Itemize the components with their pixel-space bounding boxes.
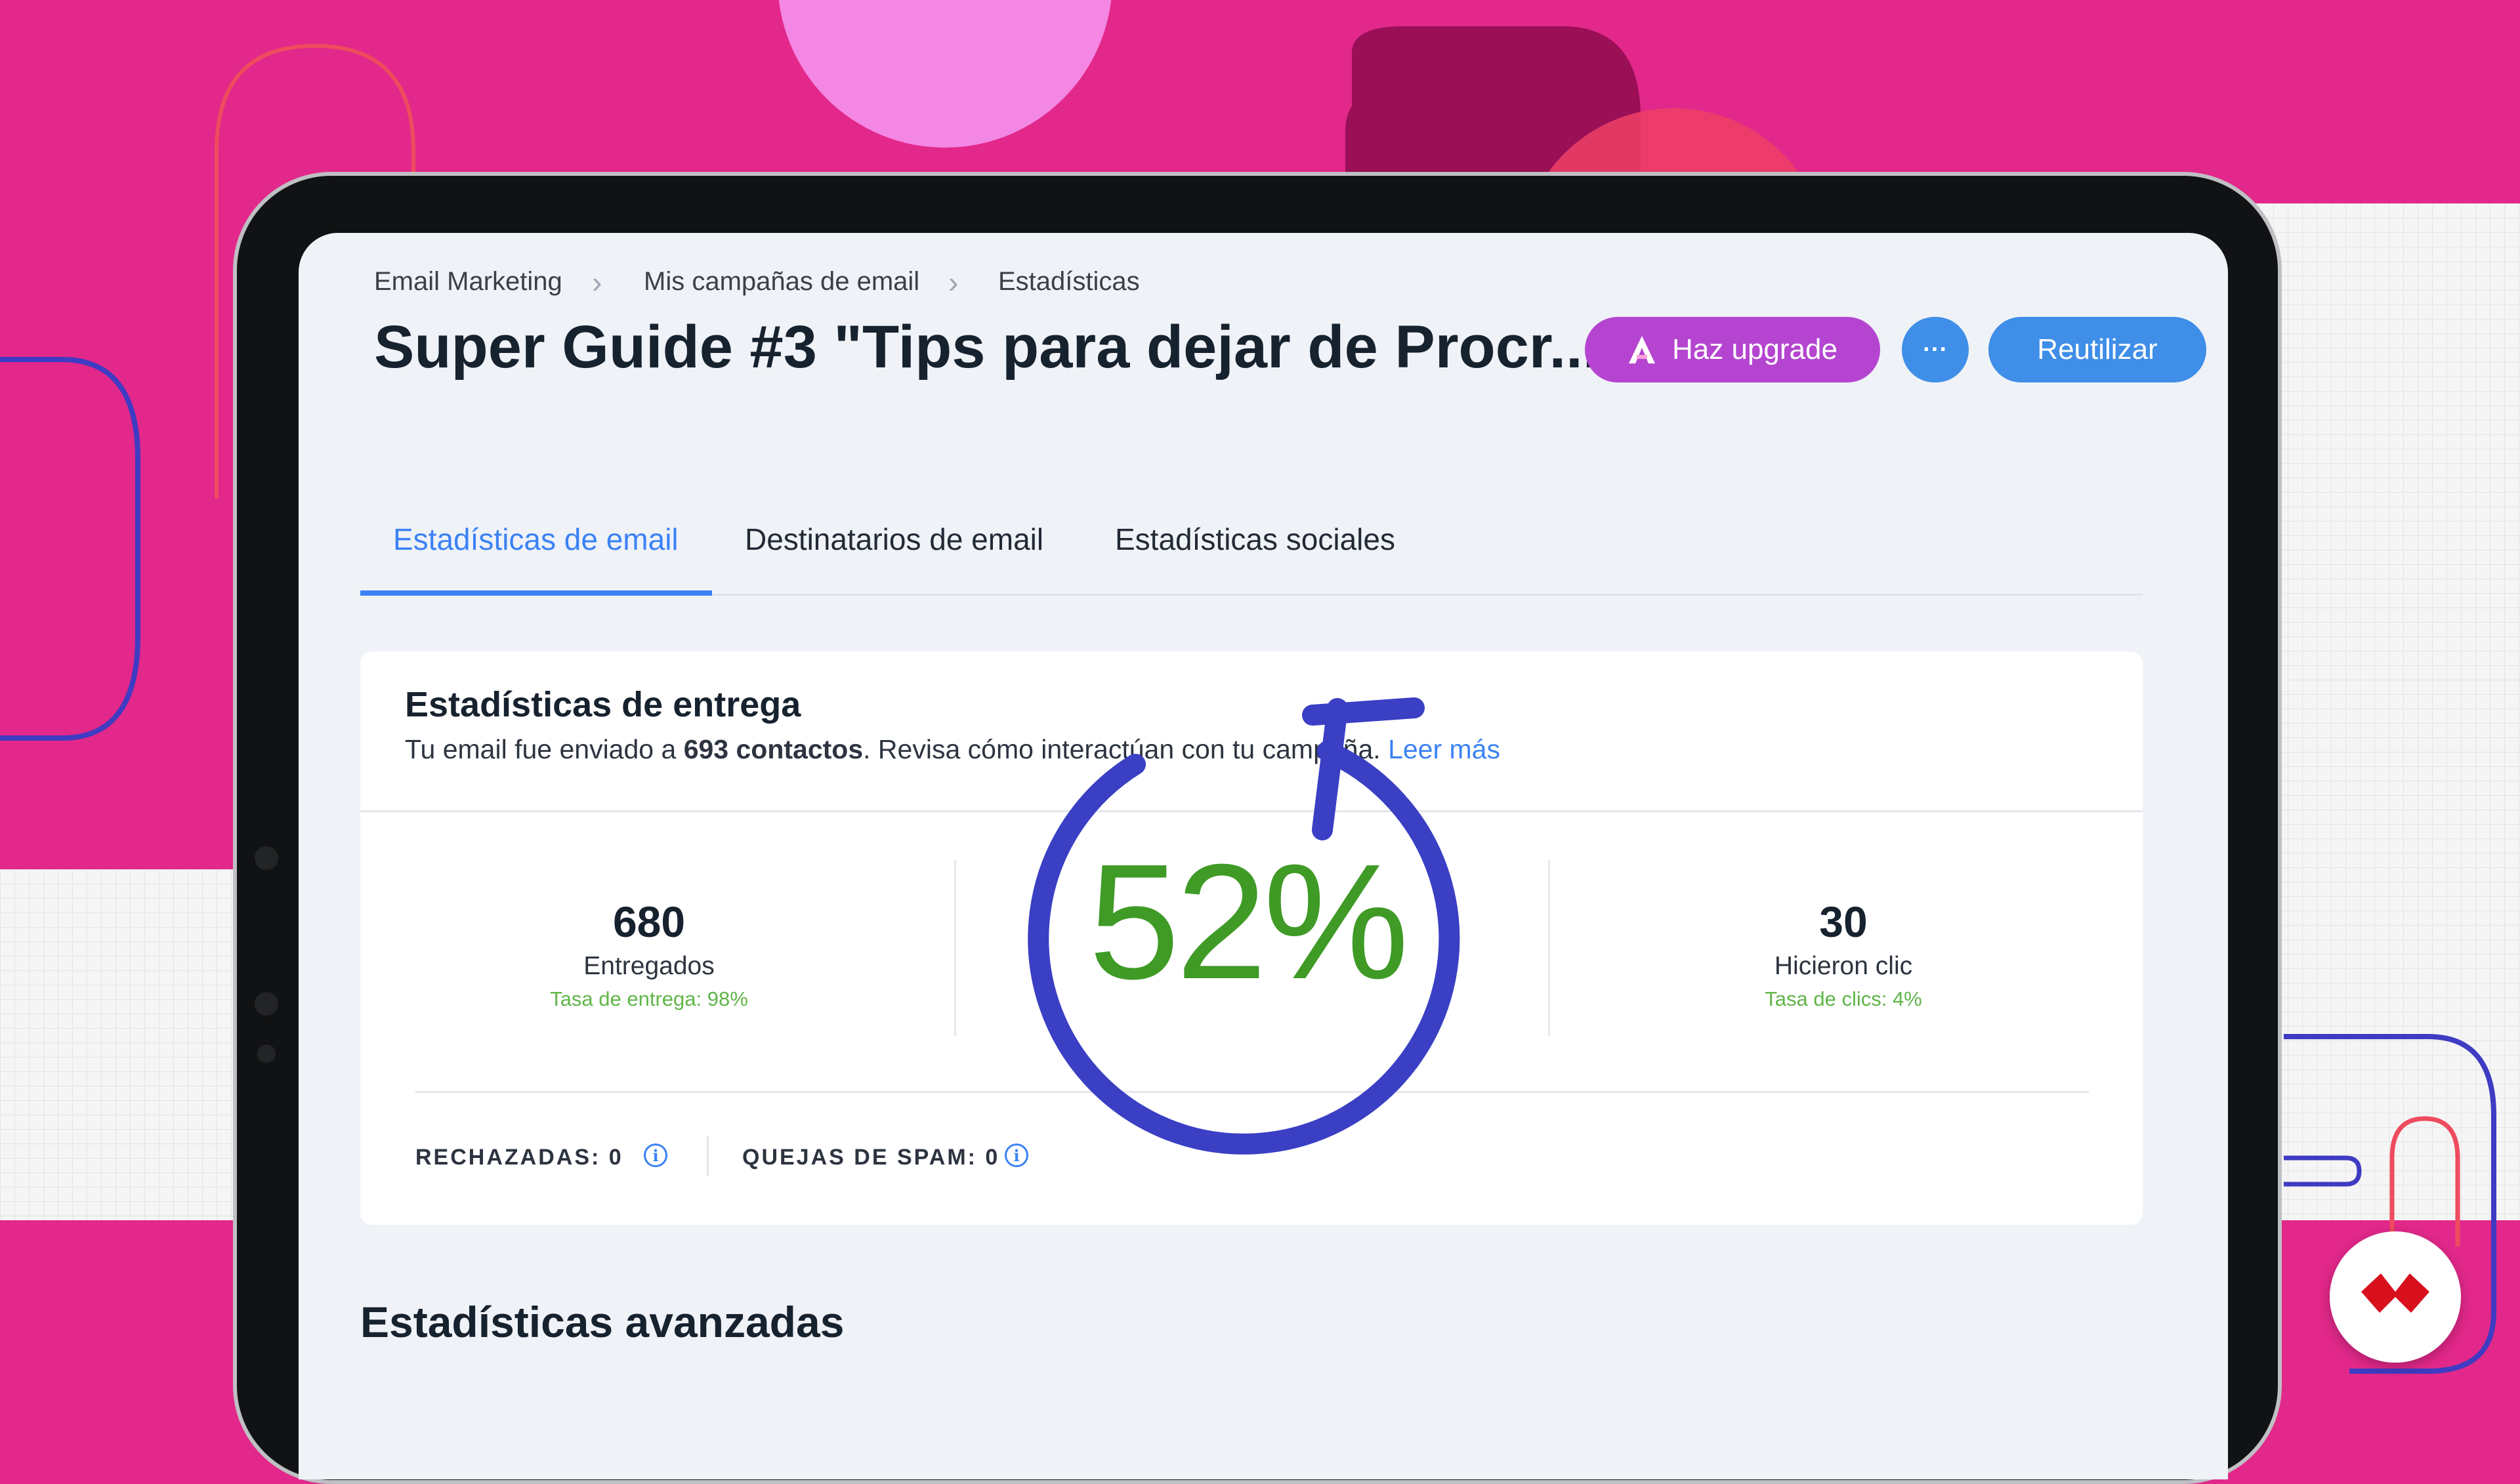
brand-logo-icon — [2361, 1273, 2429, 1313]
page-title: Super Guide #3 "Tips para dejar de Procr… — [374, 314, 1600, 381]
camera-dot — [255, 846, 278, 870]
breadcrumb-campaigns[interactable]: Mis campañas de email — [644, 267, 919, 297]
camera-dot-3 — [257, 1044, 276, 1063]
deco-blue-outline-left — [0, 357, 140, 741]
breadcrumb-email-marketing[interactable]: Email Marketing — [374, 267, 562, 297]
active-tab-indicator — [360, 590, 712, 596]
upgrade-label: Haz upgrade — [1672, 333, 1838, 365]
tab-social-stats[interactable]: Estadísticas sociales — [1115, 522, 1395, 557]
upgrade-icon — [1629, 336, 1656, 363]
stat-divider-1 — [954, 860, 956, 1036]
deco-dark-blob-top — [1352, 26, 1509, 151]
deco-red-loop — [2389, 1116, 2460, 1247]
camera-dot-2 — [255, 992, 278, 1016]
more-options-button[interactable]: ··· — [1902, 317, 1969, 382]
clicks-value: 30 — [1819, 897, 1868, 946]
clicks-rate: Tasa de clics: 4% — [1765, 987, 1922, 1010]
chevron-right-icon: › — [592, 265, 602, 299]
tab-email-stats[interactable]: Estadísticas de email — [393, 522, 679, 557]
breadcrumb-statistics: Estadísticas — [998, 267, 1140, 296]
info-icon[interactable]: i — [644, 1144, 667, 1167]
delivered-rate: Tasa de entrega: 98% — [550, 987, 748, 1010]
chevron-right-icon: › — [948, 265, 959, 299]
stat-divider-2 — [1548, 860, 1550, 1036]
footer-divider — [707, 1136, 709, 1176]
brand-logo-badge — [2330, 1231, 2461, 1363]
rejected-count: RECHAZADAS: 0 — [415, 1145, 623, 1170]
ellipsis-icon: ··· — [1923, 335, 1948, 363]
spam-count: QUEJAS DE SPAM: 0 — [742, 1145, 1000, 1170]
delivered-value: 680 — [612, 897, 686, 946]
clicks-label: Hicieron clic — [1774, 952, 1913, 980]
reuse-label: Reutilizar — [2037, 333, 2158, 365]
overlay-percent: 52% — [1088, 830, 1409, 1013]
upgrade-button[interactable]: Haz upgrade — [1585, 317, 1880, 382]
deco-pink-circle — [778, 0, 1112, 148]
card-title: Estadísticas de entrega — [405, 685, 801, 724]
reuse-button[interactable]: Reutilizar — [1988, 317, 2206, 382]
subtitle-text: Tu email fue enviado a — [405, 734, 684, 764]
delivered-label: Entregados — [583, 952, 715, 980]
deco-blue-small — [2284, 1155, 2362, 1187]
advanced-stats-title: Estadísticas avanzadas — [360, 1298, 845, 1346]
contacts-count: 693 contactos — [683, 734, 864, 764]
tab-email-recipients[interactable]: Destinatarios de email — [745, 522, 1043, 557]
